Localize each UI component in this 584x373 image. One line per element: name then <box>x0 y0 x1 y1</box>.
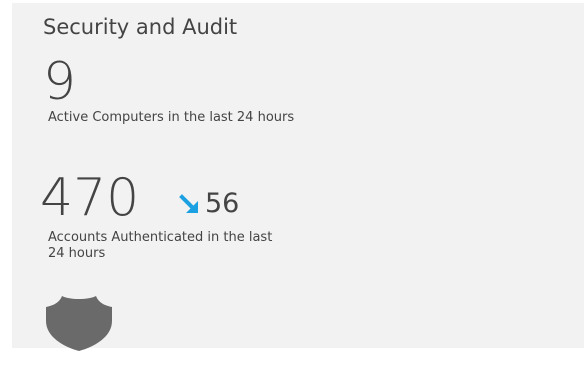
tile-title: Security and Audit <box>43 15 238 39</box>
shield-icon <box>46 296 112 351</box>
trend-value: 56 <box>205 188 240 219</box>
trend-indicator: 56 <box>178 190 239 217</box>
security-audit-tile[interactable]: Security and Audit 9 Active Computers in… <box>12 3 584 351</box>
arrow-down-right-icon <box>179 193 198 213</box>
active-computers-count: 9 <box>43 52 77 112</box>
accounts-authenticated-label: Accounts Authenticated in the last 24 ho… <box>48 230 273 261</box>
active-computers-label: Active Computers in the last 24 hours <box>48 110 295 125</box>
accounts-authenticated-count: 470 <box>40 168 140 228</box>
